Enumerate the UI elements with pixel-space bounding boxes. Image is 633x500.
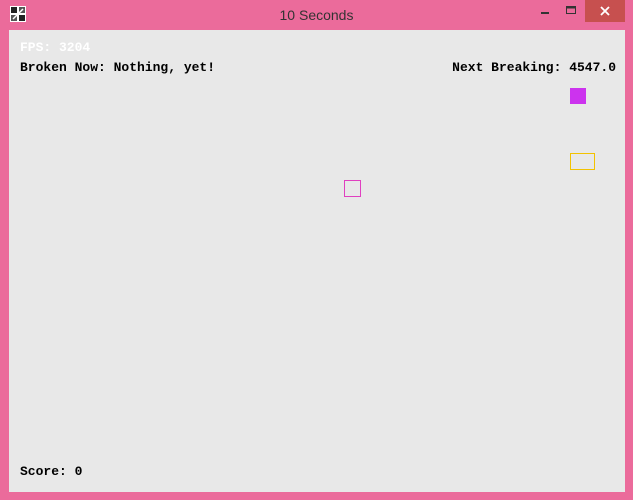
close-button[interactable] <box>585 0 625 22</box>
title-bar[interactable]: 10 Seconds <box>0 0 633 30</box>
maximize-button[interactable] <box>558 0 584 22</box>
game-canvas[interactable]: FPS: 3204 Broken Now: Nothing, yet! Next… <box>9 30 625 492</box>
close-icon <box>600 6 610 16</box>
score-value: 0 <box>74 464 83 479</box>
score-display: Score: 0 <box>20 464 82 480</box>
minimize-button[interactable] <box>532 0 558 22</box>
minimize-icon <box>541 12 549 14</box>
magenta-block <box>570 88 586 104</box>
score-label: Score: <box>20 464 67 479</box>
maximize-icon <box>566 6 576 14</box>
game-window: 10 Seconds FPS: 3204 Broken Now: Nothing… <box>0 0 633 500</box>
player-square <box>344 180 361 197</box>
broken-now-label: Broken Now: Nothing, yet! <box>20 60 216 75</box>
next-breaking-label: Next Breaking: 4547.0 <box>452 60 616 75</box>
fps-counter: FPS: 3204 <box>20 40 91 55</box>
yellow-block <box>570 153 595 170</box>
